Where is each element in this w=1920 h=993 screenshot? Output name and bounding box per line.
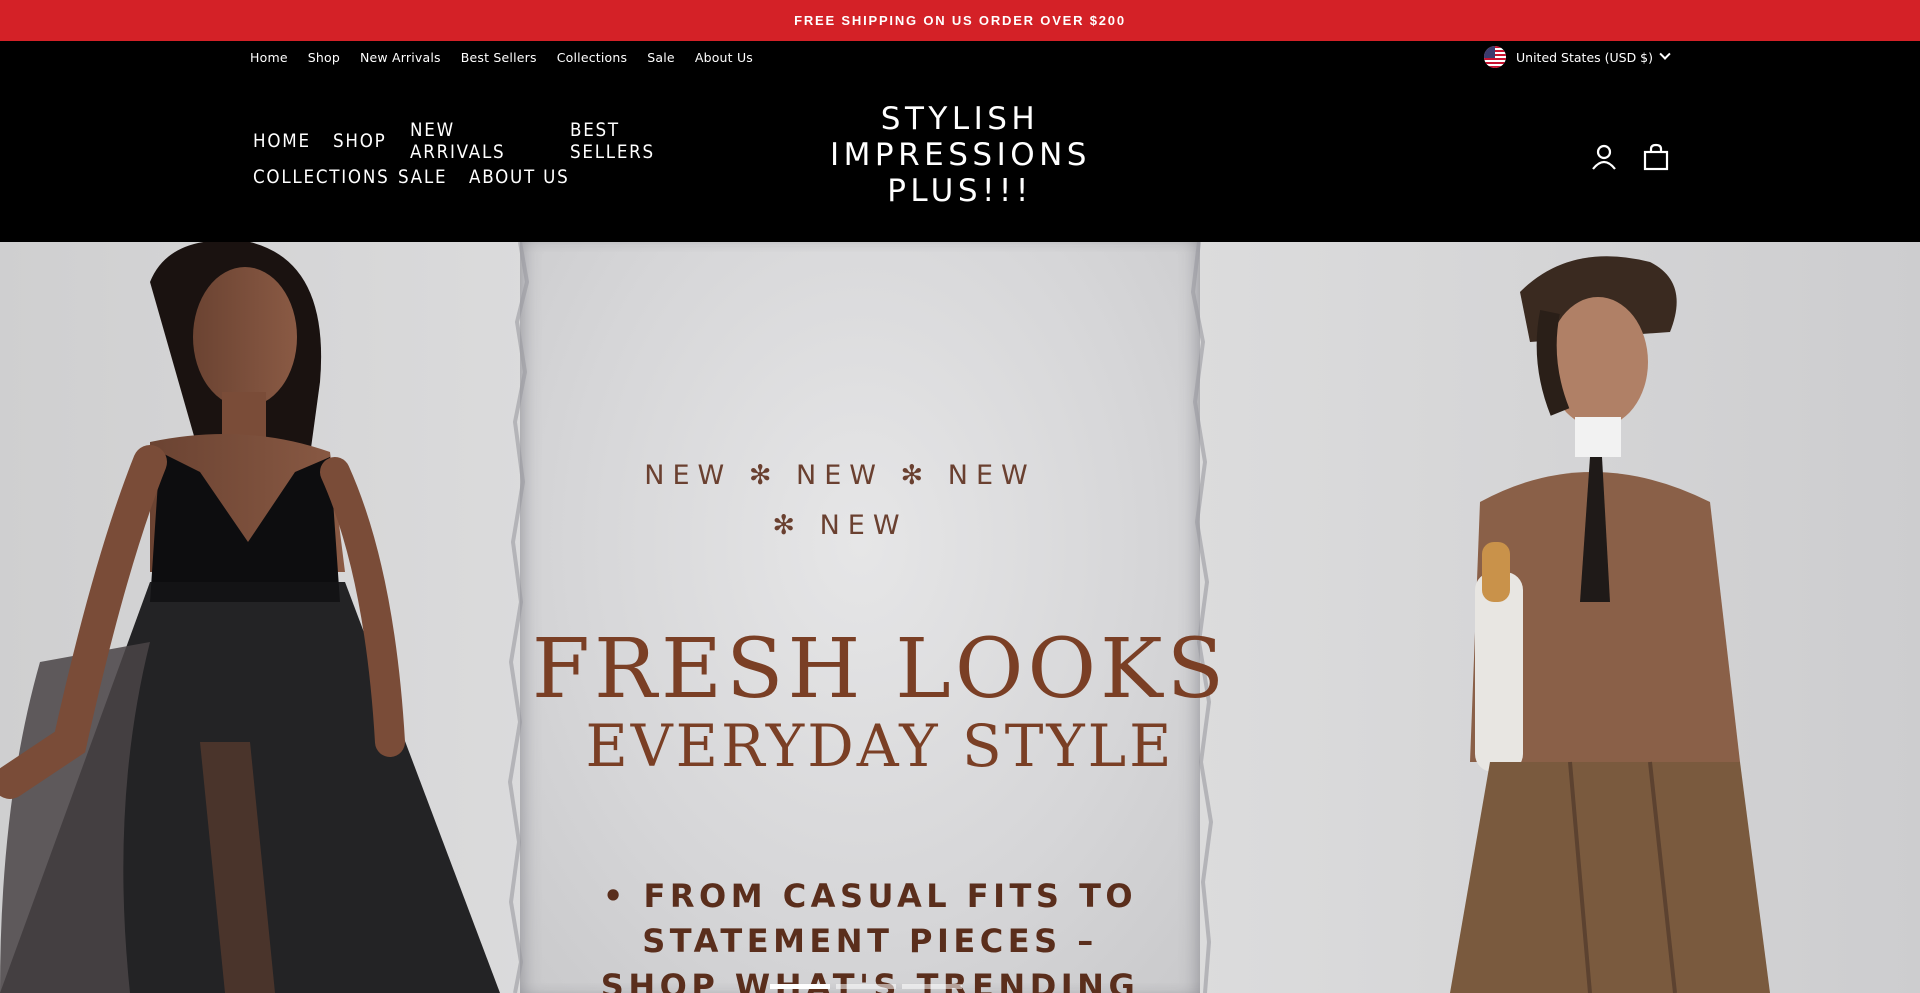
nav-sale[interactable]: SALE	[398, 166, 460, 188]
utility-link-sale[interactable]: Sale	[647, 50, 675, 65]
currency-label: United States (USD $)	[1516, 49, 1654, 65]
utility-link-best-sellers[interactable]: Best Sellers	[461, 50, 537, 65]
slide-dot-2[interactable]	[836, 984, 896, 989]
hero-new-line-2: ✻ NEW	[772, 510, 908, 541]
model-leather-jacket-image	[1450, 256, 1770, 993]
hero-bullet-text: • FROM CASUAL FITS TO STATEMENT PIECES –…	[560, 874, 1180, 993]
cart-icon[interactable]	[1642, 143, 1670, 171]
hero-bullet-line-2: STATEMENT PIECES –	[642, 922, 1098, 960]
utility-link-about-us[interactable]: About Us	[695, 50, 753, 65]
torn-edge-left	[507, 242, 530, 993]
hero-headline: FRESH LOOKS	[531, 622, 1229, 717]
logo-line-3: PLUS!!!	[887, 173, 1033, 209]
slide-dot-1[interactable]	[770, 984, 830, 989]
logo-line-1: STYLISH	[880, 101, 1040, 137]
nav-collections[interactable]: COLLECTIONS	[253, 166, 388, 188]
nav-home[interactable]: HOME	[253, 130, 323, 152]
slide-indicators	[770, 984, 962, 989]
slide-dot-3[interactable]	[902, 984, 962, 989]
account-icon[interactable]	[1590, 143, 1618, 171]
utility-link-collections[interactable]: Collections	[557, 50, 628, 65]
currency-selector[interactable]: United States (USD $)	[1484, 41, 1671, 73]
nav-best-sellers[interactable]: BEST SELLERS	[570, 119, 702, 163]
site-logo[interactable]: STYLISH IMPRESSIONS PLUS!!!	[830, 101, 1090, 209]
site-header: HOME SHOP NEW ARRIVALS BEST SELLERS COLL…	[0, 73, 1920, 242]
torn-edge-right	[1190, 242, 1214, 993]
nav-new-arrivals[interactable]: NEW ARRIVALS	[410, 119, 551, 163]
utility-nav: Home Shop New Arrivals Best Sellers Coll…	[250, 41, 773, 73]
logo-line-2: IMPRESSIONS	[830, 137, 1091, 173]
hero-bullet-line-1: • FROM CASUAL FITS TO	[602, 877, 1138, 915]
utility-bar: Home Shop New Arrivals Best Sellers Coll…	[0, 41, 1920, 73]
model-black-dress-image	[0, 242, 500, 993]
utility-link-home[interactable]: Home	[250, 50, 288, 65]
main-nav: HOME SHOP NEW ARRIVALS BEST SELLERS COLL…	[253, 119, 753, 195]
nav-about-us[interactable]: ABOUT US	[469, 166, 575, 188]
hero-subheadline: EVERYDAY STYLE	[585, 712, 1175, 780]
chevron-down-icon	[1659, 48, 1671, 60]
us-flag-icon	[1484, 46, 1506, 68]
hero-new-line-1: NEW ✻ NEW ✻ NEW	[644, 460, 1036, 491]
utility-link-shop[interactable]: Shop	[308, 50, 340, 65]
announcement-bar: FREE SHIPPING ON US ORDER OVER $200	[0, 0, 1920, 41]
announcement-text: FREE SHIPPING ON US ORDER OVER $200	[794, 13, 1126, 28]
hero-slideshow[interactable]: NEW ✻ NEW ✻ NEW ✻ NEW FRESH LOOKS EVERYD…	[0, 242, 1920, 993]
utility-link-new-arrivals[interactable]: New Arrivals	[360, 50, 441, 65]
nav-shop[interactable]: SHOP	[333, 130, 401, 152]
